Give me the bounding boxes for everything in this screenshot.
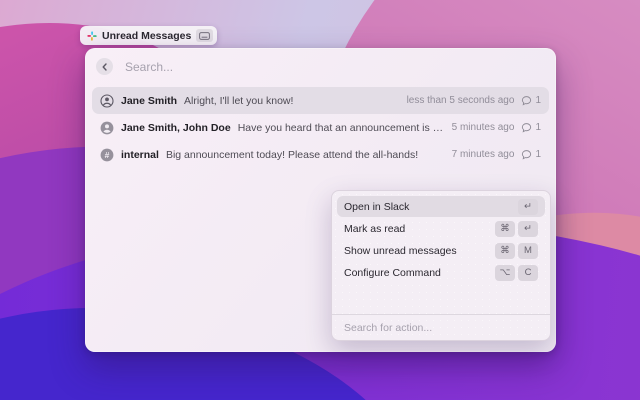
action-label: Show unread messages xyxy=(344,245,489,257)
keyboard-icon[interactable] xyxy=(196,29,213,42)
comment-count: 1 xyxy=(535,122,541,133)
comment-bubble-icon xyxy=(521,122,532,133)
shortcut-keys: ⌘ ↵ xyxy=(495,221,538,237)
action-label: Mark as read xyxy=(344,223,489,235)
action-show-unread-messages[interactable]: Show unread messages ⌘ M xyxy=(337,240,545,261)
message-list: Jane Smith Alright, I'll let you know! l… xyxy=(85,85,556,168)
message-preview: Big announcement today! Please attend th… xyxy=(166,149,445,161)
search-bar xyxy=(85,48,556,85)
message-row-internal[interactable]: # internal Big announcement today! Pleas… xyxy=(92,141,549,168)
message-sender: Jane Smith, John Doe xyxy=(121,122,231,134)
action-open-in-slack[interactable]: Open in Slack ↵ xyxy=(337,196,545,217)
message-time: 7 minutes ago xyxy=(452,149,515,160)
action-search-bar xyxy=(332,314,550,340)
action-search-input[interactable] xyxy=(342,321,540,335)
shortcut-keys: ↵ xyxy=(518,199,538,215)
action-menu-items: Open in Slack ↵ Mark as read ⌘ ↵ Show un… xyxy=(332,191,550,288)
message-preview: Alright, I'll let you know! xyxy=(184,95,400,107)
comment-count-group: 1 xyxy=(521,122,541,133)
m-key: M xyxy=(518,243,538,259)
message-row-jane-smith-john-doe[interactable]: Jane Smith, John Doe Have you heard that… xyxy=(92,114,549,141)
action-label: Configure Command xyxy=(344,267,489,279)
command-badge-label: Unread Messages xyxy=(102,30,191,42)
hash-circle-icon: # xyxy=(100,148,114,162)
message-row-jane-smith[interactable]: Jane Smith Alright, I'll let you know! l… xyxy=(92,87,549,114)
message-time: 5 minutes ago xyxy=(452,122,515,133)
message-sender: Jane Smith xyxy=(121,95,177,107)
return-key: ↵ xyxy=(518,221,538,237)
raycast-window: Jane Smith Alright, I'll let you know! l… xyxy=(85,48,556,352)
svg-text:#: # xyxy=(105,150,110,160)
shortcut-keys: ⌘ M xyxy=(495,243,538,259)
c-key: C xyxy=(518,265,538,281)
person-circle-icon xyxy=(100,94,114,108)
back-button[interactable] xyxy=(96,58,113,75)
action-configure-command[interactable]: Configure Command ⌥ C xyxy=(337,262,545,283)
comment-bubble-icon xyxy=(521,95,532,106)
comment-count-group: 1 xyxy=(521,149,541,160)
action-mark-as-read[interactable]: Mark as read ⌘ ↵ xyxy=(337,218,545,239)
option-key: ⌥ xyxy=(495,265,515,281)
comment-count: 1 xyxy=(535,149,541,160)
command-key: ⌘ xyxy=(495,243,515,259)
action-label: Open in Slack xyxy=(344,201,512,213)
message-time: less than 5 seconds ago xyxy=(407,95,515,106)
action-menu-panel: Open in Slack ↵ Mark as read ⌘ ↵ Show un… xyxy=(331,190,551,341)
people-circle-icon xyxy=(100,121,114,135)
message-preview: Have you heard that an announcement is c… xyxy=(238,122,445,134)
panel-spacer xyxy=(332,288,550,314)
command-badge[interactable]: Unread Messages xyxy=(80,26,217,45)
message-sender: internal xyxy=(121,149,159,161)
comment-count-group: 1 xyxy=(521,95,541,106)
comment-bubble-icon xyxy=(521,149,532,160)
return-key: ↵ xyxy=(518,199,538,215)
slack-icon xyxy=(87,31,97,41)
search-input[interactable] xyxy=(123,59,545,75)
desktop: Unread Messages xyxy=(0,0,640,400)
comment-count: 1 xyxy=(535,95,541,106)
shortcut-keys: ⌥ C xyxy=(495,265,538,281)
command-key: ⌘ xyxy=(495,221,515,237)
